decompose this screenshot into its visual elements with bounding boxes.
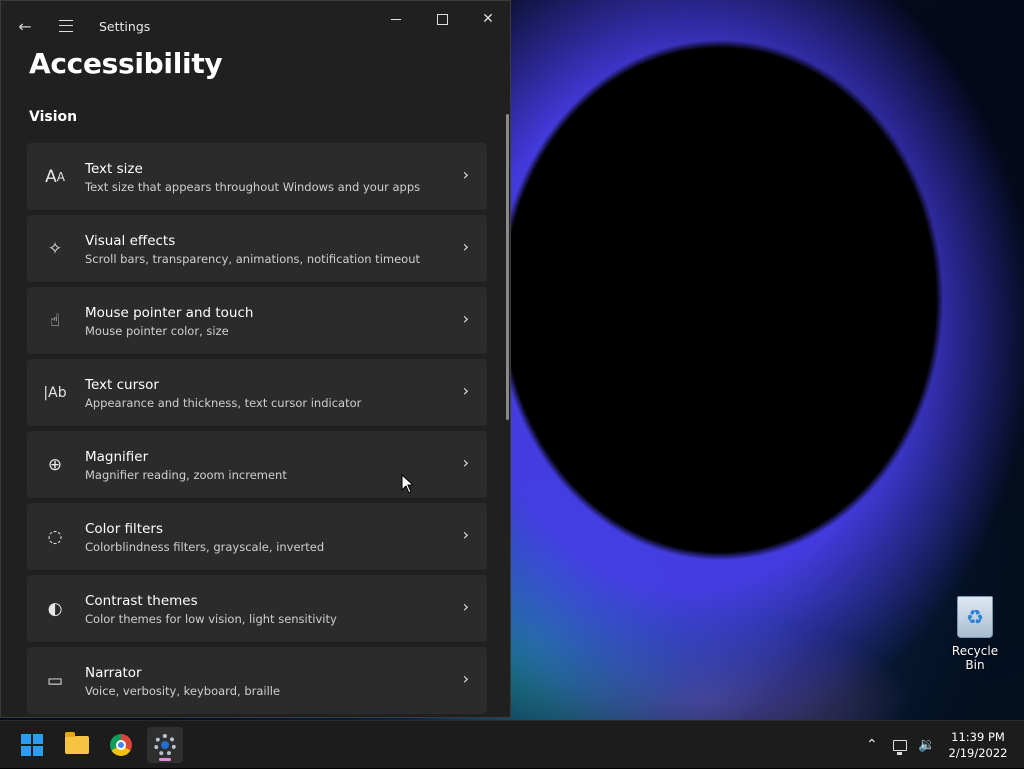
chevron-right-icon: › xyxy=(462,237,469,256)
setting-name: Magnifier xyxy=(85,449,149,465)
file-explorer-button[interactable] xyxy=(59,727,95,763)
text-cursor-icon: |Ab xyxy=(43,385,67,401)
speaker-icon: 🔉 xyxy=(918,737,936,753)
taskbar: ⌃ 🔉 11:39 PM 2/19/2022 xyxy=(0,720,1024,768)
maximize-icon xyxy=(436,13,448,25)
setting-color-filters[interactable]: ◌ Color filters Colorblindness filters, … xyxy=(27,503,487,570)
chevron-right-icon: › xyxy=(462,309,469,328)
setting-description: Colorblindness filters, grayscale, inver… xyxy=(85,540,325,554)
section-title: Vision xyxy=(29,109,78,125)
start-button[interactable] xyxy=(14,727,50,763)
setting-description: Text size that appears throughout Window… xyxy=(85,180,421,194)
setting-mouse-pointer[interactable]: ☝ Mouse pointer and touch Mouse pointer … xyxy=(27,287,487,354)
minimize-button[interactable] xyxy=(373,6,419,32)
text-size-icon: AA xyxy=(45,167,65,187)
settings-taskbar-button[interactable] xyxy=(147,727,183,763)
network-button[interactable] xyxy=(893,721,907,769)
title-bar: ← Settings ✕ xyxy=(1,1,510,49)
setting-narrator[interactable]: ▭ Narrator Voice, verbosity, keyboard, b… xyxy=(27,647,487,714)
setting-text-cursor[interactable]: |Ab Text cursor Appearance and thickness… xyxy=(27,359,487,426)
clock-date: 2/19/2022 xyxy=(948,746,1008,760)
setting-name: Narrator xyxy=(85,665,142,681)
app-title: Settings xyxy=(99,19,151,34)
maximize-button[interactable] xyxy=(419,6,465,32)
close-button[interactable]: ✕ xyxy=(465,6,510,32)
setting-name: Visual effects xyxy=(85,233,176,249)
recycle-bin-icon xyxy=(957,596,993,638)
setting-magnifier[interactable]: ⊕ Magnifier Magnifier reading, zoom incr… xyxy=(27,431,487,498)
active-indicator xyxy=(159,758,171,761)
page-title: Accessibility xyxy=(29,47,223,80)
gear-icon xyxy=(154,734,176,756)
folder-icon xyxy=(65,732,89,754)
setting-name: Text size xyxy=(85,161,143,177)
back-button[interactable]: ← xyxy=(12,13,38,39)
chevron-right-icon: › xyxy=(462,669,469,688)
chrome-icon xyxy=(110,734,132,756)
back-arrow-icon: ← xyxy=(18,16,32,36)
chevron-right-icon: › xyxy=(462,165,469,184)
setting-name: Mouse pointer and touch xyxy=(85,305,254,321)
menu-button[interactable] xyxy=(53,13,79,39)
clock[interactable]: 11:39 PM 2/19/2022 xyxy=(948,729,1008,761)
chrome-button[interactable] xyxy=(103,727,139,763)
magnifier-icon: ⊕ xyxy=(47,455,63,475)
setting-name: Contrast themes xyxy=(85,593,198,609)
chevron-up-icon: ⌃ xyxy=(866,737,878,753)
clock-time: 11:39 PM xyxy=(951,730,1005,744)
pointer-touch-icon: ☝ xyxy=(49,311,61,331)
setting-description: Voice, verbosity, keyboard, braille xyxy=(85,684,281,698)
setting-contrast-themes[interactable]: ◐ Contrast themes Color themes for low v… xyxy=(27,575,487,642)
sparkle-icon: ✧ xyxy=(47,239,63,259)
recycle-bin[interactable]: Recycle Bin xyxy=(942,596,1008,672)
settings-list: AA Text size Text size that appears thro… xyxy=(27,143,487,717)
setting-name: Color filters xyxy=(85,521,163,537)
mouse-cursor-icon xyxy=(401,474,413,494)
network-icon xyxy=(893,739,907,755)
vertical-scrollbar[interactable] xyxy=(506,114,509,420)
setting-visual-effects[interactable]: ✧ Visual effects Scroll bars, transparen… xyxy=(27,215,487,282)
close-icon: ✕ xyxy=(482,11,494,27)
setting-description: Mouse pointer color, size xyxy=(85,324,229,338)
show-hidden-icons-button[interactable]: ⌃ xyxy=(866,721,878,769)
setting-description: Magnifier reading, zoom increment xyxy=(85,468,287,482)
narrator-icon: ▭ xyxy=(46,671,64,691)
chevron-right-icon: › xyxy=(462,597,469,616)
chevron-right-icon: › xyxy=(462,453,469,472)
recycle-bin-label: Recycle Bin xyxy=(951,644,999,672)
setting-description: Appearance and thickness, text cursor in… xyxy=(85,396,362,410)
setting-text-size[interactable]: AA Text size Text size that appears thro… xyxy=(27,143,487,210)
setting-name: Text cursor xyxy=(85,377,159,393)
contrast-icon: ◐ xyxy=(47,599,63,619)
color-palette-icon: ◌ xyxy=(47,527,63,547)
minimize-icon xyxy=(391,18,401,20)
hamburger-icon xyxy=(59,20,73,32)
volume-button[interactable]: 🔉 xyxy=(918,721,935,769)
windows-logo-icon xyxy=(21,734,43,756)
setting-description: Color themes for low vision, light sensi… xyxy=(85,612,337,626)
settings-window: ← Settings ✕ Accessibility Vision AA Tex… xyxy=(0,0,511,718)
chevron-right-icon: › xyxy=(462,525,469,544)
chevron-right-icon: › xyxy=(462,381,469,400)
setting-description: Scroll bars, transparency, animations, n… xyxy=(85,252,420,266)
